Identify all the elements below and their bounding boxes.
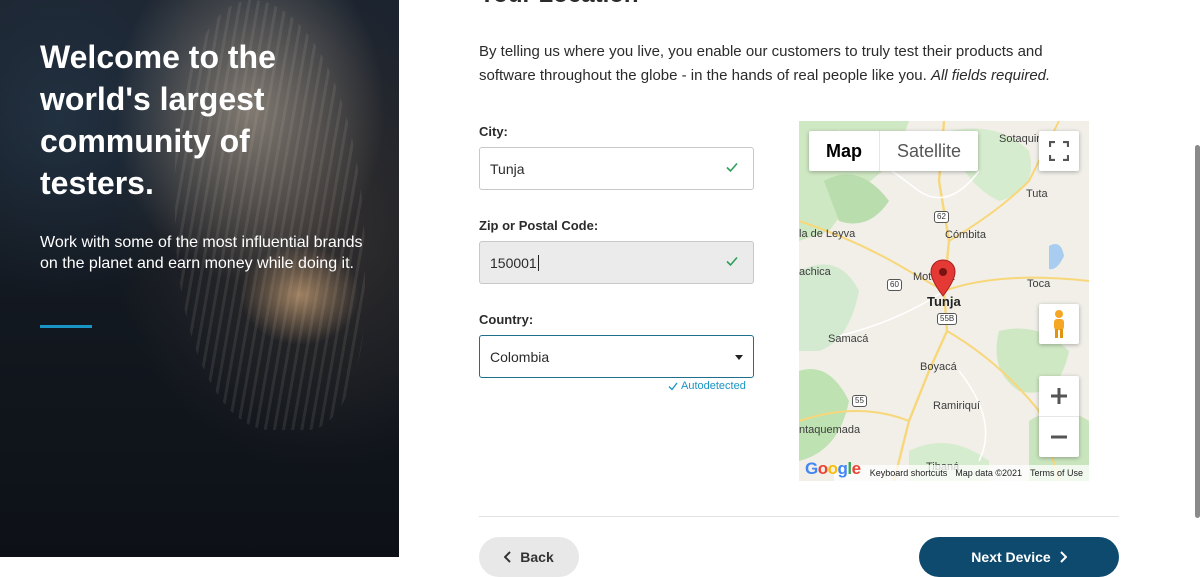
caret-down-icon xyxy=(735,355,743,360)
check-icon xyxy=(726,256,738,267)
route-shield: 55 xyxy=(852,395,867,407)
hero-accent-rule xyxy=(40,325,92,328)
google-logo[interactable]: Google xyxy=(805,459,861,479)
zoom-controls xyxy=(1039,376,1079,457)
city-label: City: xyxy=(479,124,508,139)
route-shield: 55B xyxy=(937,313,958,325)
map-place-label: Toca xyxy=(1027,278,1051,290)
hero-panel: Welcome to the world's largest community… xyxy=(0,0,399,557)
section-divider xyxy=(479,516,1119,517)
text-cursor xyxy=(537,254,539,271)
map-place-label: Boyacá xyxy=(920,361,957,373)
minus-icon xyxy=(1051,435,1067,438)
map-place-label: la de Leyva xyxy=(799,228,856,240)
page-title: Your Location xyxy=(479,0,639,9)
country-select-value: Colombia xyxy=(490,348,550,365)
check-icon xyxy=(726,162,738,173)
map-data-text: Map data ©2021 xyxy=(955,468,1022,478)
keyboard-shortcuts-link[interactable]: Keyboard shortcuts xyxy=(870,468,948,478)
intro-required-note: All fields required. xyxy=(930,67,1051,84)
hero-title: Welcome to the world's largest community… xyxy=(40,39,276,201)
map-type-toggle: Map Satellite xyxy=(809,131,979,171)
street-view-button[interactable] xyxy=(1039,304,1079,344)
map-place-label: Ramiriquí xyxy=(933,400,981,412)
pegman-icon xyxy=(1054,310,1064,338)
location-map[interactable]: Sotaquirá Tuta la de Leyva Cómbita achic… xyxy=(799,121,1089,481)
chevron-right-icon xyxy=(1059,551,1067,563)
country-label: Country: xyxy=(479,312,534,327)
map-place-label: Tuta xyxy=(1026,188,1048,200)
country-autodetected-hint: Autodetected xyxy=(668,380,746,392)
map-tab-map[interactable]: Map xyxy=(809,131,880,171)
map-place-label: Samacá xyxy=(828,333,869,345)
next-button[interactable]: Next Device xyxy=(919,537,1119,577)
zip-input[interactable]: 150001 xyxy=(479,241,754,284)
chevron-left-icon xyxy=(504,551,511,563)
terms-of-use-link[interactable]: Terms of Use xyxy=(1030,468,1083,478)
route-shield: 60 xyxy=(887,279,902,291)
country-select[interactable]: Colombia xyxy=(479,335,754,378)
map-place-label: Cómbita xyxy=(945,229,986,241)
city-input-value: Tunja xyxy=(490,160,525,177)
zoom-out-button[interactable] xyxy=(1039,417,1079,457)
zoom-in-button[interactable] xyxy=(1039,377,1079,417)
zip-label: Zip or Postal Code: xyxy=(479,218,599,233)
hero-subtitle: Work with some of the most influential b… xyxy=(40,234,363,272)
page-scrollbar[interactable] xyxy=(1195,145,1200,518)
map-place-label: ntaquemada xyxy=(799,424,861,436)
city-input[interactable]: Tunja xyxy=(479,147,754,190)
zip-input-value: 150001 xyxy=(490,254,537,271)
plus-icon xyxy=(1051,388,1067,404)
back-button[interactable]: Back xyxy=(479,537,579,577)
map-tab-satellite[interactable]: Satellite xyxy=(880,131,978,171)
map-place-label: achica xyxy=(799,266,831,278)
check-icon xyxy=(668,382,678,391)
fullscreen-button[interactable] xyxy=(1039,131,1079,171)
map-pin-icon[interactable] xyxy=(930,259,956,297)
fullscreen-icon xyxy=(1049,141,1069,161)
next-button-label: Next Device xyxy=(971,549,1051,565)
back-button-label: Back xyxy=(520,549,554,565)
intro-paragraph: By telling us where you live, you enable… xyxy=(479,40,1099,88)
route-shield: 62 xyxy=(934,211,949,223)
autodetected-text: Autodetected xyxy=(681,380,746,392)
